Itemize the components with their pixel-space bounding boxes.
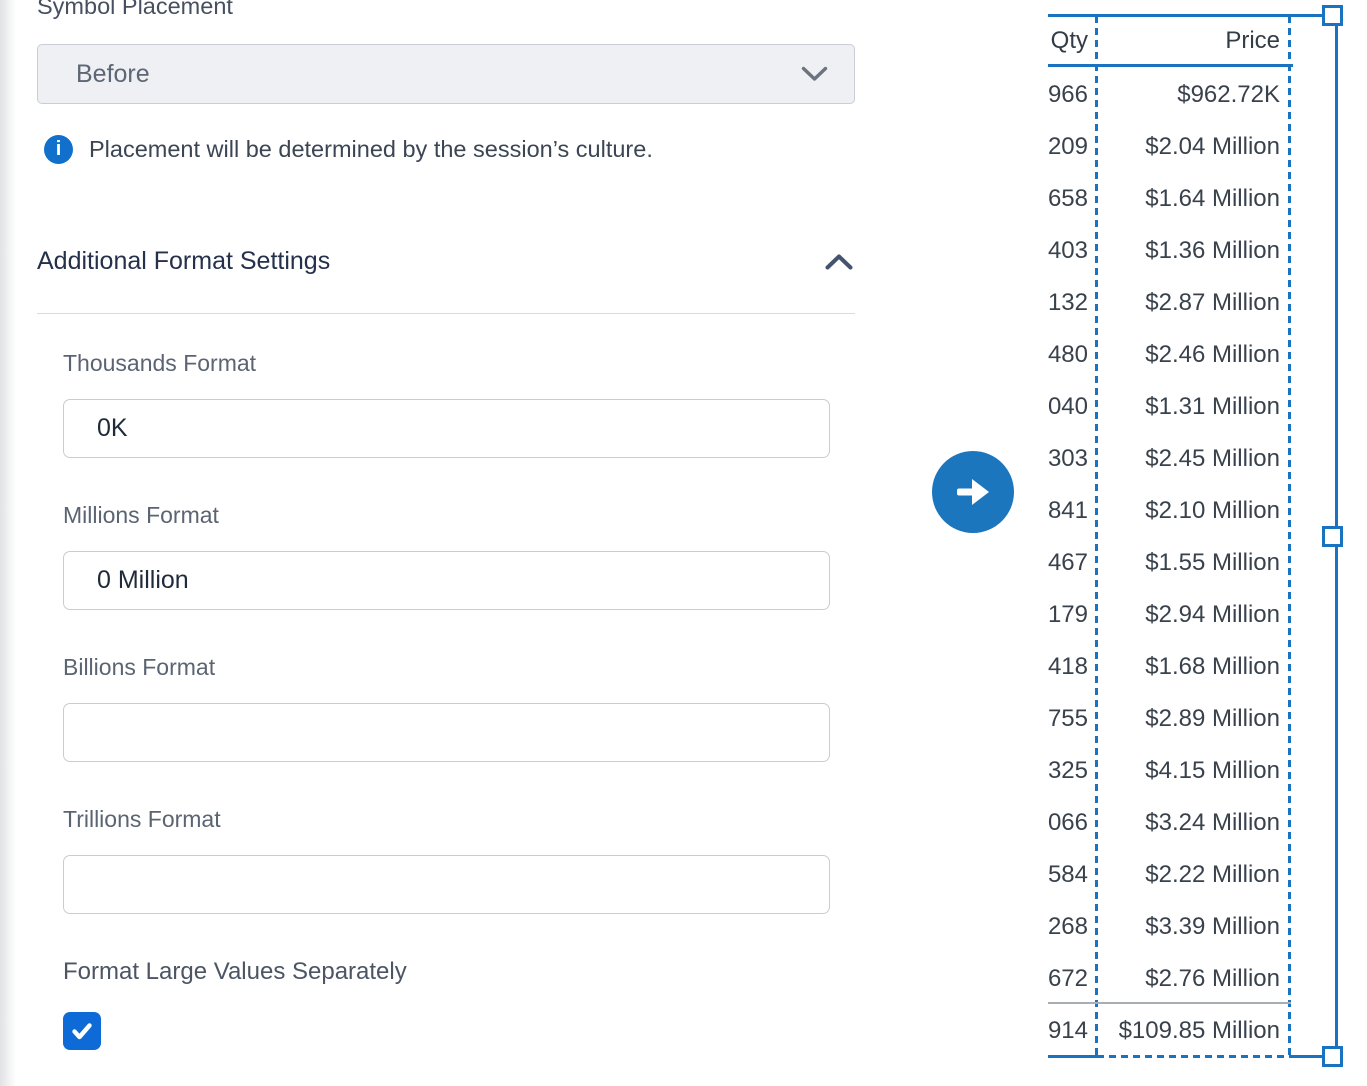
info-text: Placement will be determined by the sess… bbox=[89, 136, 653, 163]
price-column-selection-left-dash bbox=[1095, 16, 1098, 1057]
symbol-placement-label: Symbol Placement bbox=[37, 0, 233, 20]
table-row: 480 $2.46 Million bbox=[1045, 329, 1291, 381]
qty-cell[interactable]: 658 bbox=[1045, 185, 1097, 213]
qty-column-header[interactable]: Qty bbox=[1045, 27, 1097, 55]
price-cell[interactable]: $2.04 Million bbox=[1097, 133, 1291, 161]
table-row: 584 $2.22 Million bbox=[1045, 849, 1291, 901]
qty-cell[interactable]: 966 bbox=[1045, 81, 1097, 109]
table-total-row: 914 $109.85 Million bbox=[1045, 1005, 1291, 1057]
qty-cell[interactable]: 303 bbox=[1045, 445, 1097, 473]
price-cell[interactable]: $3.24 Million bbox=[1097, 809, 1291, 837]
price-cell[interactable]: $1.55 Million bbox=[1097, 549, 1291, 577]
qty-cell[interactable]: 209 bbox=[1045, 133, 1097, 161]
placement-info-note: i Placement will be determined by the se… bbox=[44, 135, 653, 164]
selection-bottom-line-left bbox=[1048, 1055, 1097, 1058]
format-large-values-label: Format Large Values Separately bbox=[63, 958, 407, 986]
table-row: 209 $2.04 Million bbox=[1045, 121, 1291, 173]
price-cell[interactable]: $109.85 Million bbox=[1097, 1017, 1291, 1045]
chevron-up-icon[interactable] bbox=[823, 252, 855, 272]
qty-cell[interactable]: 268 bbox=[1045, 913, 1097, 941]
selection-handle-bottom-right[interactable] bbox=[1322, 1046, 1343, 1067]
price-cell[interactable]: $3.39 Million bbox=[1097, 913, 1291, 941]
qty-cell[interactable]: 480 bbox=[1045, 341, 1097, 369]
price-cell[interactable]: $2.22 Million bbox=[1097, 861, 1291, 889]
thousands-format-label: Thousands Format bbox=[63, 350, 256, 377]
table-row: 303 $2.45 Million bbox=[1045, 433, 1291, 485]
qty-cell[interactable]: 066 bbox=[1045, 809, 1097, 837]
selection-bottom-line-right bbox=[1290, 1055, 1322, 1058]
table-row: 132 $2.87 Million bbox=[1045, 277, 1291, 329]
price-column-header[interactable]: Price bbox=[1097, 27, 1291, 55]
selection-top-line bbox=[1048, 14, 1322, 17]
total-row-separator bbox=[1048, 1002, 1291, 1004]
millions-format-input[interactable] bbox=[63, 551, 830, 610]
info-icon: i bbox=[44, 135, 73, 164]
billions-format-input[interactable] bbox=[63, 703, 830, 762]
price-cell[interactable]: $1.64 Million bbox=[1097, 185, 1291, 213]
table-row: 268 $3.39 Million bbox=[1045, 901, 1291, 953]
price-cell[interactable]: $2.46 Million bbox=[1097, 341, 1291, 369]
price-column-selection-right-dash bbox=[1288, 16, 1291, 1057]
price-cell[interactable]: $2.45 Million bbox=[1097, 445, 1291, 473]
qty-cell[interactable]: 914 bbox=[1045, 1017, 1097, 1045]
billions-format-label: Billions Format bbox=[63, 654, 215, 681]
price-cell[interactable]: $1.36 Million bbox=[1097, 237, 1291, 265]
table-row: 658 $1.64 Million bbox=[1045, 173, 1291, 225]
panel-edge-shadow bbox=[0, 0, 16, 1086]
trillions-format-label: Trillions Format bbox=[63, 806, 221, 833]
selection-handle-middle-right[interactable] bbox=[1322, 526, 1343, 547]
table-row: 672 $2.76 Million bbox=[1045, 953, 1291, 1005]
symbol-placement-value: Before bbox=[76, 60, 150, 89]
price-cell[interactable]: $1.31 Million bbox=[1097, 393, 1291, 421]
millions-format-label: Millions Format bbox=[63, 502, 219, 529]
qty-cell[interactable]: 672 bbox=[1045, 965, 1097, 993]
price-column-selection-bottom-dash bbox=[1097, 1055, 1290, 1058]
format-large-values-checkbox[interactable] bbox=[63, 1012, 101, 1050]
table-row: 755 $2.89 Million bbox=[1045, 693, 1291, 745]
section-title: Additional Format Settings bbox=[37, 247, 330, 276]
qty-cell[interactable]: 467 bbox=[1045, 549, 1097, 577]
qty-cell[interactable]: 132 bbox=[1045, 289, 1097, 317]
preview-table-rows: 966 $962.72K 209 $2.04 Million 658 $1.64… bbox=[1045, 69, 1291, 1057]
qty-cell[interactable]: 841 bbox=[1045, 497, 1097, 525]
checkmark-icon bbox=[70, 1020, 94, 1042]
price-cell[interactable]: $2.89 Million bbox=[1097, 705, 1291, 733]
price-cell[interactable]: $2.87 Million bbox=[1097, 289, 1291, 317]
price-cell[interactable]: $2.10 Million bbox=[1097, 497, 1291, 525]
section-divider bbox=[37, 313, 855, 314]
qty-cell[interactable]: 179 bbox=[1045, 601, 1097, 629]
table-row: 040 $1.31 Million bbox=[1045, 381, 1291, 433]
header-underline bbox=[1048, 64, 1293, 67]
qty-cell[interactable]: 403 bbox=[1045, 237, 1097, 265]
qty-cell[interactable]: 040 bbox=[1045, 393, 1097, 421]
preview-table: Qty Price 966 $962.72K 209 $2.04 Million… bbox=[1045, 0, 1293, 1086]
thousands-format-input[interactable] bbox=[63, 399, 830, 458]
arrow-right-icon bbox=[952, 474, 994, 510]
qty-cell[interactable]: 418 bbox=[1045, 653, 1097, 681]
qty-cell[interactable]: 755 bbox=[1045, 705, 1097, 733]
table-row: 066 $3.24 Million bbox=[1045, 797, 1291, 849]
preview-table-header: Qty Price bbox=[1045, 16, 1291, 65]
table-row: 403 $1.36 Million bbox=[1045, 225, 1291, 277]
chevron-down-icon bbox=[801, 66, 828, 82]
selection-handle-top-right[interactable] bbox=[1322, 5, 1343, 26]
table-row: 966 $962.72K bbox=[1045, 69, 1291, 121]
table-row: 418 $1.68 Million bbox=[1045, 641, 1291, 693]
price-cell[interactable]: $1.68 Million bbox=[1097, 653, 1291, 681]
additional-format-settings-header[interactable]: Additional Format Settings bbox=[37, 247, 855, 276]
price-cell[interactable]: $962.72K bbox=[1097, 81, 1291, 109]
price-cell[interactable]: $2.76 Million bbox=[1097, 965, 1291, 993]
apply-format-button[interactable] bbox=[932, 451, 1014, 533]
price-cell[interactable]: $4.15 Million bbox=[1097, 757, 1291, 785]
table-row: 325 $4.15 Million bbox=[1045, 745, 1291, 797]
price-cell[interactable]: $2.94 Million bbox=[1097, 601, 1291, 629]
trillions-format-input[interactable] bbox=[63, 855, 830, 914]
symbol-placement-select[interactable]: Before bbox=[37, 44, 855, 104]
qty-cell[interactable]: 584 bbox=[1045, 861, 1097, 889]
qty-cell[interactable]: 325 bbox=[1045, 757, 1097, 785]
table-row: 179 $2.94 Million bbox=[1045, 589, 1291, 641]
table-row: 841 $2.10 Million bbox=[1045, 485, 1291, 537]
table-row: 467 $1.55 Million bbox=[1045, 537, 1291, 589]
